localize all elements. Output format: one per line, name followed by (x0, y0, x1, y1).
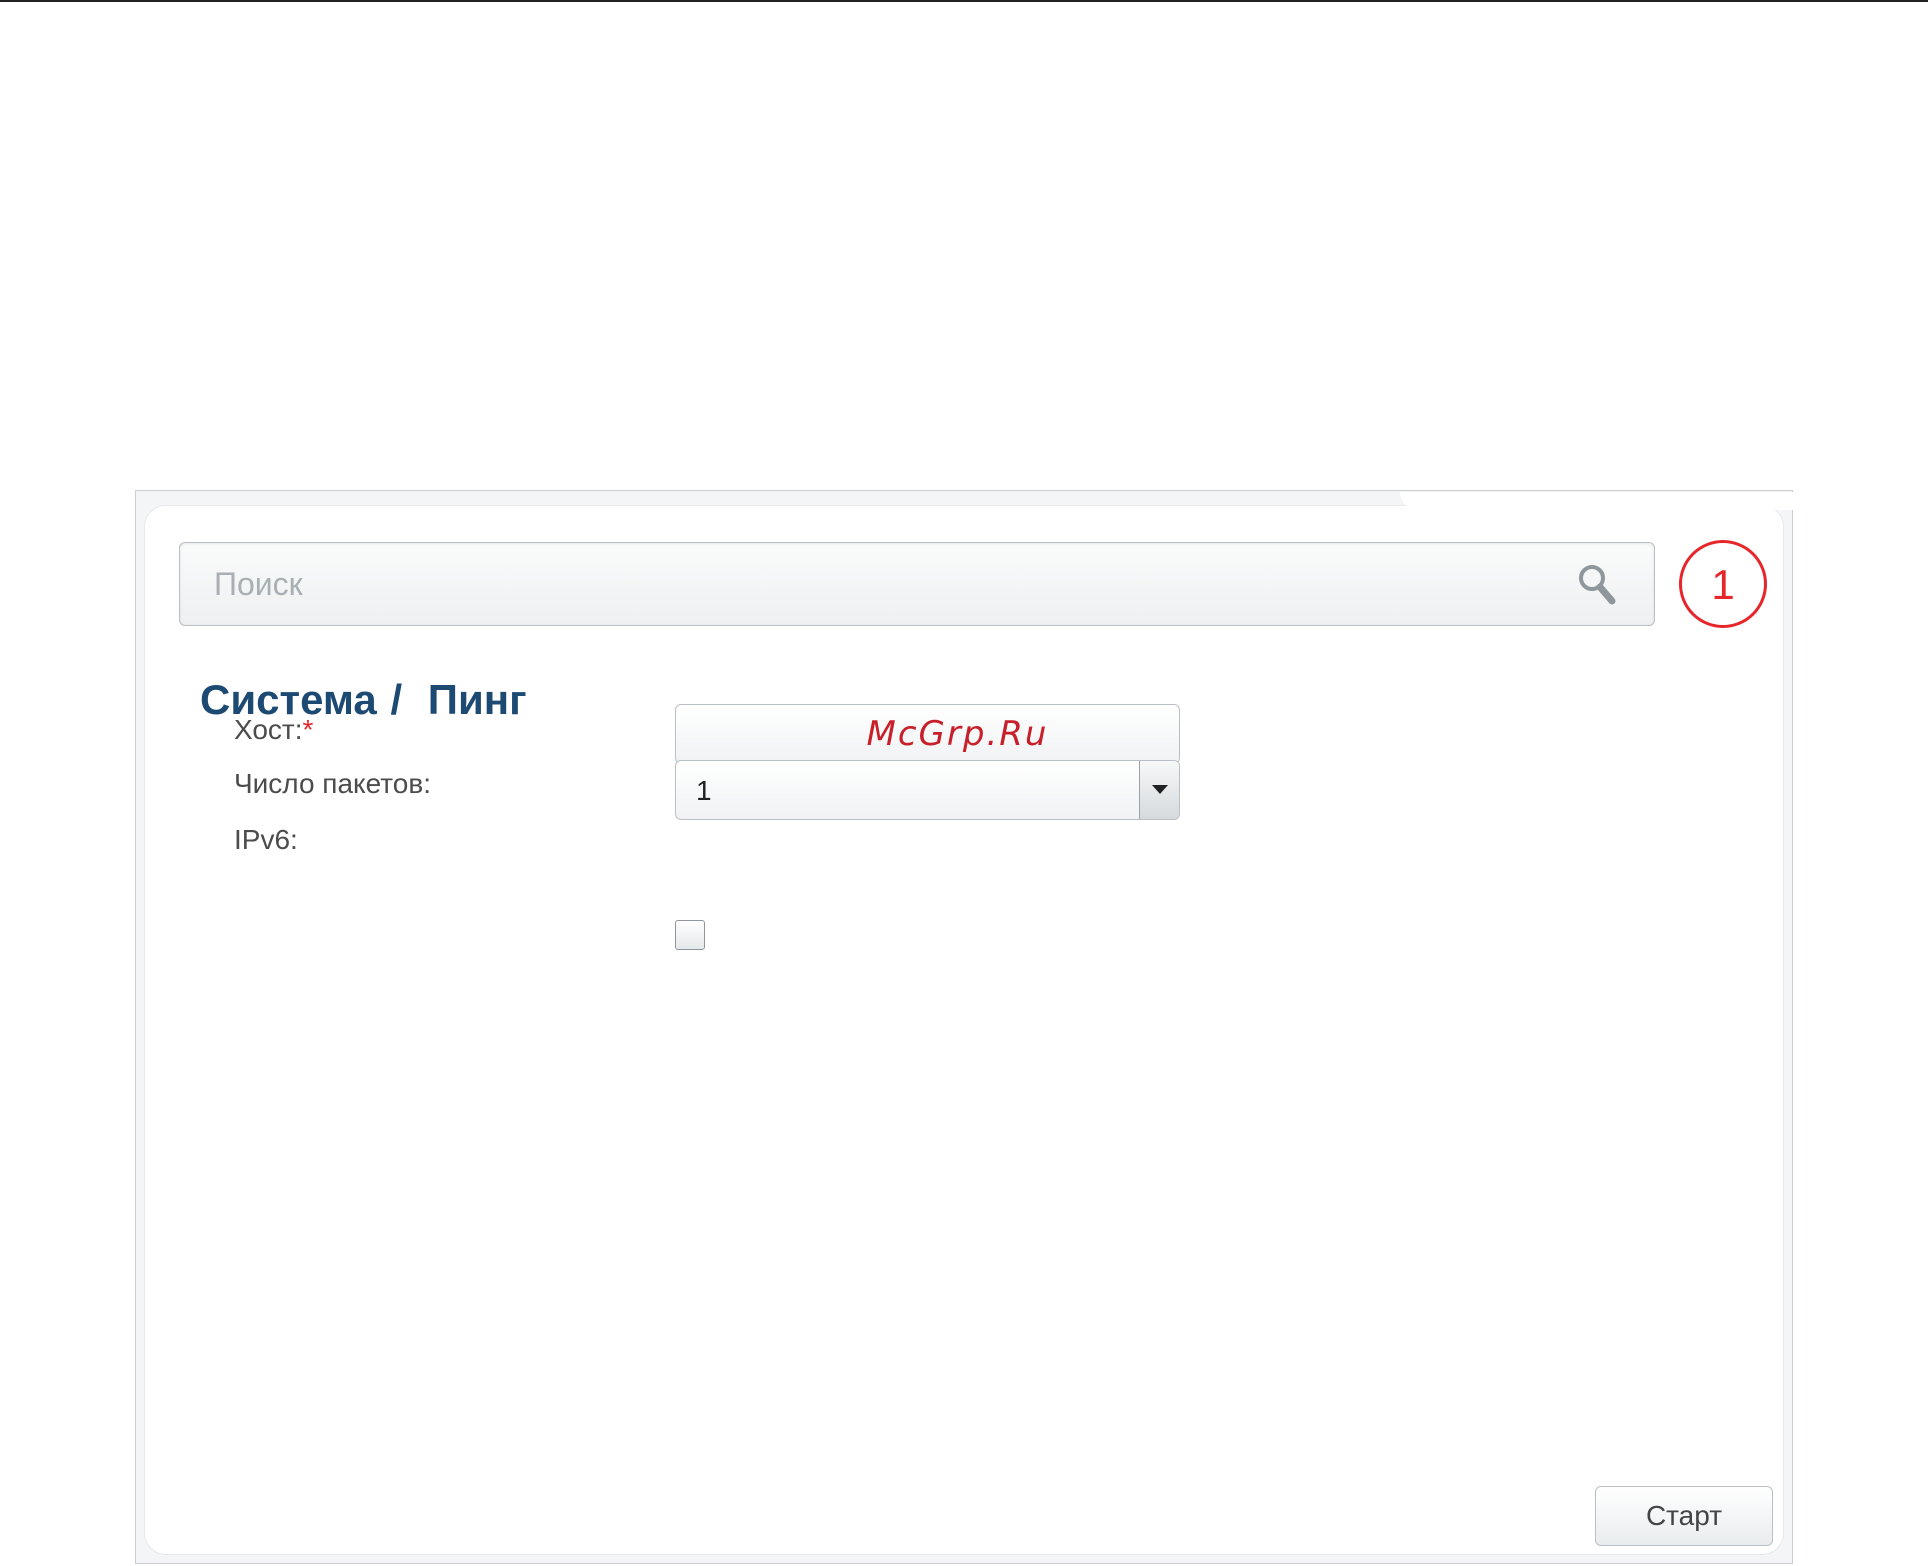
panel-notch (1400, 492, 1900, 510)
start-button[interactable]: Старт (1595, 1486, 1773, 1546)
host-label: Хост:* (234, 714, 313, 746)
top-rule (0, 0, 1928, 2)
ipv6-label: IPv6: (234, 824, 298, 855)
packets-select[interactable]: 1 (675, 760, 1180, 820)
search-icon[interactable] (1574, 561, 1622, 609)
notification-badge[interactable]: 1 (1679, 540, 1767, 628)
host-label-text: Хост: (234, 714, 303, 745)
content-panel: 1 Система / Пинг Хост:* McGrp.Ru Число п… (144, 492, 1900, 1555)
breadcrumb-separator: / (390, 676, 403, 723)
ipv6-checkbox[interactable] (675, 920, 705, 950)
packets-label: Число пакетов: (234, 768, 431, 799)
app-frame: 1 Система / Пинг Хост:* McGrp.Ru Число п… (135, 490, 1900, 1564)
host-field[interactable]: McGrp.Ru (675, 704, 1180, 764)
chevron-down-icon (1152, 785, 1168, 794)
dropdown-button[interactable] (1139, 761, 1179, 819)
packets-value: 1 (696, 775, 712, 806)
search-input[interactable] (180, 543, 1560, 625)
required-mark: * (302, 714, 314, 745)
breadcrumb-page: Пинг (427, 676, 527, 723)
host-value: McGrp.Ru (866, 714, 1049, 754)
search-box[interactable] (179, 542, 1655, 626)
